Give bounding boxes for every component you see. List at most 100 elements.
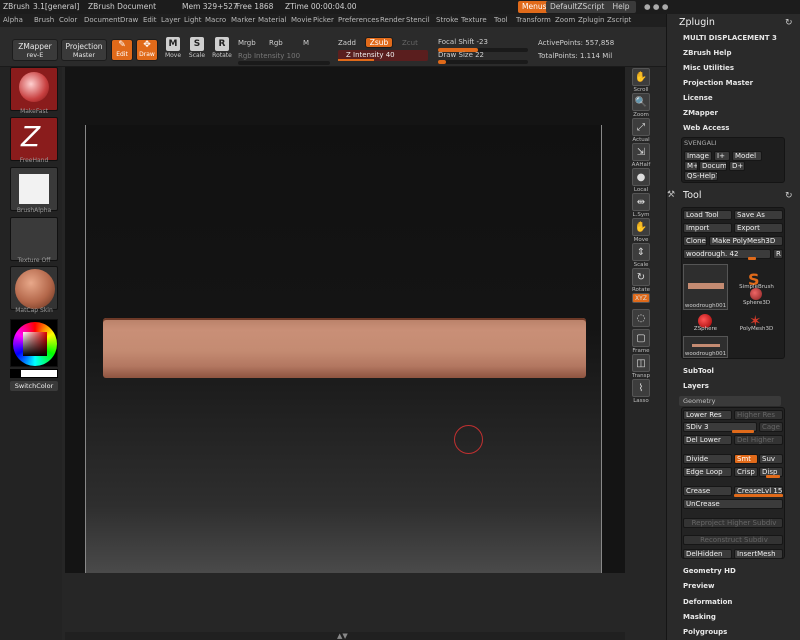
rgb-intensity-track[interactable] — [238, 61, 330, 65]
svengali-doc-plus-button[interactable]: D+ — [729, 161, 745, 171]
svengali-image-plus-button[interactable]: I+ — [714, 151, 730, 161]
menu-material[interactable]: Material — [258, 16, 286, 24]
subtool-header[interactable]: SubTool — [683, 367, 714, 375]
menu-movie[interactable]: Movie — [291, 16, 312, 24]
tool-thumb-polymesh3d[interactable]: ✶ PolyMesh3D — [734, 310, 779, 356]
import-button[interactable]: Import — [683, 223, 732, 233]
menu-brush[interactable]: Brush — [34, 16, 54, 24]
zplugin-item-zbrush-help[interactable]: ZBrush Help — [683, 49, 731, 57]
crisp-toggle[interactable]: Crisp — [734, 467, 758, 477]
zmapper-button[interactable]: ZMapper rev-E — [12, 39, 58, 61]
secondary-color-swatch[interactable] — [10, 369, 58, 378]
draw-button[interactable]: ✥ Draw — [136, 39, 158, 61]
del-lower-button[interactable]: Del Lower — [683, 435, 732, 445]
make-polymesh-button[interactable]: Make PolyMesh3D — [709, 236, 783, 246]
svengali-model-button[interactable]: Model — [732, 151, 762, 161]
brush-selector[interactable] — [10, 67, 58, 111]
geometry-hd-header[interactable]: Geometry HD — [683, 567, 736, 575]
polygroups-header[interactable]: Polygroups — [683, 628, 727, 636]
export-button[interactable]: Export — [734, 223, 783, 233]
zsub-button[interactable]: Zsub — [365, 37, 393, 48]
current-tool-slider-knob[interactable] — [748, 257, 756, 260]
higher-res-button[interactable]: Higher Res — [734, 410, 783, 420]
menu-light[interactable]: Light — [184, 16, 201, 24]
tool-reset-button[interactable]: R — [773, 249, 783, 259]
zplugin-item-zmapper[interactable]: ZMapper — [683, 109, 718, 117]
edit-button[interactable]: ✎ Edit — [111, 39, 133, 61]
svengali-model-plus-button[interactable]: M+ — [684, 161, 698, 171]
svengali-docum-button[interactable]: Docum — [699, 161, 727, 171]
cage-button[interactable]: Cage — [759, 422, 783, 432]
menu-alpha[interactable]: Alpha — [3, 16, 23, 24]
insert-mesh-button[interactable]: InsertMesh — [734, 549, 783, 559]
menu-zoom[interactable]: Zoom — [555, 16, 575, 24]
z-intensity-slider[interactable]: Z Intensity 40 — [338, 50, 428, 61]
current-tool-slider[interactable]: woodrough. 42 — [683, 249, 771, 259]
window-controls-icon[interactable]: ● ● ● — [640, 1, 672, 13]
menu-stroke[interactable]: Stroke — [436, 16, 458, 24]
del-higher-button[interactable]: Del Higher — [734, 435, 783, 445]
texture-selector[interactable] — [10, 217, 58, 261]
svengali-help-button[interactable]: QS-Help? — [684, 171, 718, 181]
mrgb-button[interactable]: Mrgb — [238, 39, 256, 47]
preview-header[interactable]: Preview — [683, 582, 715, 590]
clone-button[interactable]: Clone — [683, 236, 707, 246]
reconstruct-subdiv-button[interactable]: Reconstruct Subdiv — [683, 535, 783, 545]
switch-color-button[interactable]: SwitchColor — [10, 381, 58, 391]
color-picker[interactable] — [10, 319, 58, 367]
menu-picker[interactable]: Picker — [313, 16, 334, 24]
menu-macro[interactable]: Macro — [205, 16, 226, 24]
scale-button[interactable]: S Scale — [185, 37, 209, 65]
deformation-header[interactable]: Deformation — [683, 598, 732, 606]
woodrough-mesh[interactable] — [103, 318, 586, 378]
zplugin-item-web-access[interactable]: Web Access — [683, 124, 729, 132]
menu-texture[interactable]: Texture — [461, 16, 487, 24]
menu-stencil[interactable]: Stencil — [406, 16, 430, 24]
edge-loop-button[interactable]: Edge Loop — [683, 467, 732, 477]
document-canvas[interactable] — [65, 67, 625, 573]
rgb-button[interactable]: Rgb — [269, 39, 283, 47]
layers-header[interactable]: Layers — [683, 382, 709, 390]
draw-size-track[interactable] — [438, 60, 528, 64]
save-as-button[interactable]: Save As — [734, 210, 783, 220]
suv-toggle[interactable]: Suv — [759, 454, 783, 464]
del-hidden-button[interactable]: DelHidden — [683, 549, 732, 559]
zplugin-item-multi-displacement-3[interactable]: MULTI DISPLACEMENT 3 — [683, 34, 777, 42]
menu-zscript[interactable]: Zscript — [607, 16, 631, 24]
menu-color[interactable]: Color — [59, 16, 77, 24]
zplugin-header[interactable]: Zplugin — [679, 17, 715, 28]
tool-refresh-icon[interactable]: ↻ — [785, 191, 793, 201]
move-button[interactable]: M Move — [161, 37, 185, 65]
tool-header[interactable]: Tool — [683, 190, 701, 201]
svengali-image-button[interactable]: Image — [684, 151, 712, 161]
menu-preferences[interactable]: Preferences — [338, 16, 379, 24]
menu-tool[interactable]: Tool — [494, 16, 508, 24]
masking-header[interactable]: Masking — [683, 613, 716, 621]
zplugin-item-license[interactable]: License — [683, 94, 713, 102]
zcut-button[interactable]: Zcut — [402, 39, 418, 47]
rotate-button[interactable]: R Rotate — [210, 37, 234, 65]
projection-master-button[interactable]: Projection Master — [61, 39, 107, 61]
rgb-intensity-slider[interactable]: Rgb Intensity 100 — [238, 52, 300, 60]
menu-marker[interactable]: Marker — [231, 16, 255, 24]
reproject-subdiv-button[interactable]: Reproject Higher Subdiv — [683, 518, 783, 528]
alpha-selector[interactable] — [10, 167, 58, 211]
help-button[interactable]: Help — [606, 1, 636, 13]
zplugin-item-misc-utilities[interactable]: Misc Utilities — [683, 64, 734, 72]
menu-document[interactable]: Document — [84, 16, 120, 24]
menu-render[interactable]: Render — [380, 16, 405, 24]
menu-zplugin[interactable]: Zplugin — [578, 16, 604, 24]
bottom-expand-icon[interactable]: ▲▼ — [337, 632, 348, 640]
lower-res-button[interactable]: Lower Res — [683, 410, 732, 420]
tool-thumb-woodrough-2[interactable]: woodrough001 — [683, 336, 728, 358]
geometry-header[interactable]: Geometry — [679, 396, 781, 406]
m-button[interactable]: M — [303, 39, 309, 47]
zplugin-refresh-icon[interactable]: ↻ — [785, 18, 793, 28]
shelf-lasso-button[interactable]: ⌇ Lasso — [629, 378, 653, 408]
smt-toggle[interactable]: Smt — [734, 454, 758, 464]
menu-edit[interactable]: Edit — [143, 16, 157, 24]
menu-layer[interactable]: Layer — [161, 16, 181, 24]
menu-draw[interactable]: Draw — [120, 16, 138, 24]
stroke-selector[interactable]: Z — [10, 117, 58, 161]
uncrease-button[interactable]: UnCrease — [683, 499, 783, 509]
